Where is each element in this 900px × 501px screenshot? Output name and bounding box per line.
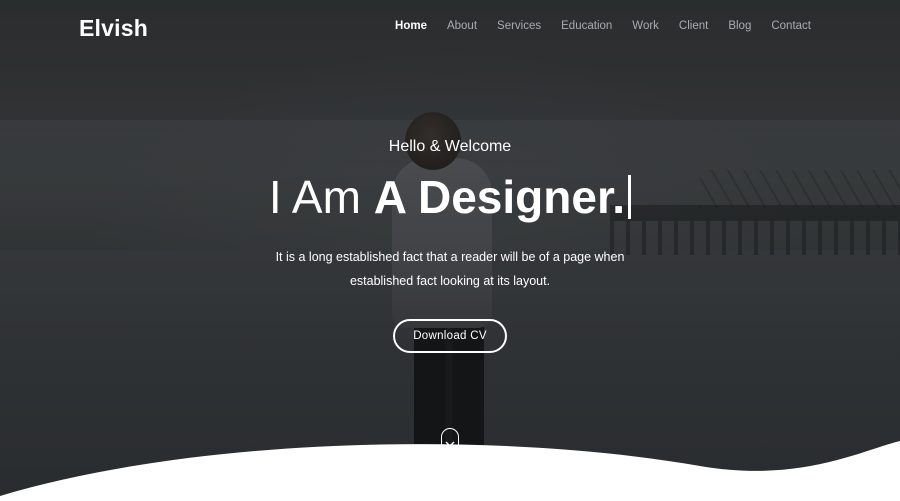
headline: I Am A Designer. [0,171,900,223]
description-line-1: It is a long established fact that a rea… [275,250,625,264]
nav-menu: Home About Services Education Work Clien… [375,20,811,32]
greeting-text: Hello & Welcome [388,138,512,155]
hero-description: It is a long established fact that a rea… [240,245,660,293]
bottom-wave [0,441,900,501]
brand-logo[interactable]: Elvish [79,15,148,42]
hero-section: Elvish Home About Services Education Wor… [0,0,900,501]
headline-prefix: I Am [268,171,361,223]
headline-strong: A Designer. [373,171,626,223]
nav-item-about[interactable]: About [447,20,477,32]
typing-cursor [628,175,632,219]
nav-item-contact[interactable]: Contact [771,20,811,32]
description-line-2: established fact looking at its layout. [349,274,551,288]
nav-item-blog[interactable]: Blog [728,20,751,32]
hero-content: Hello & Welcome I Am A Designer. It is a… [0,135,900,353]
nav-item-home[interactable]: Home [395,20,427,32]
download-cv-button[interactable]: Download CV [393,319,507,353]
nav-item-work[interactable]: Work [632,20,659,32]
nav-item-services[interactable]: Services [497,20,541,32]
nav-item-client[interactable]: Client [679,20,708,32]
nav-item-education[interactable]: Education [561,20,612,32]
navbar: Elvish Home About Services Education Wor… [0,0,900,56]
